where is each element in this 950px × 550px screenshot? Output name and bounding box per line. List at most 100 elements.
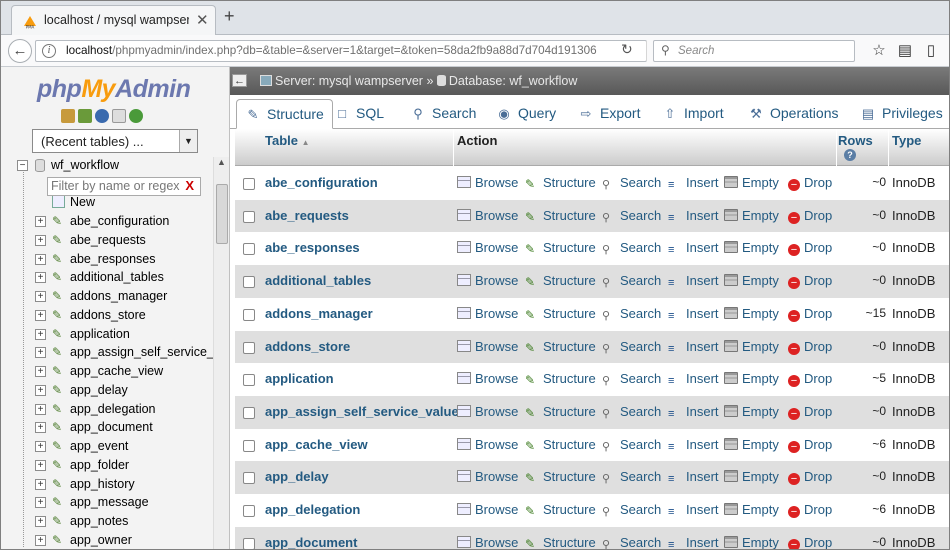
browse-action[interactable]: Browse: [457, 371, 518, 386]
insert-action[interactable]: ≡ Insert: [668, 437, 719, 453]
expand-toggle-icon[interactable]: +: [35, 234, 46, 246]
insert-action[interactable]: ≡ Insert: [668, 502, 719, 518]
search-action[interactable]: ⚲ Search: [602, 175, 661, 191]
navigation-scrollbar[interactable]: ▲: [213, 157, 229, 549]
browse-action[interactable]: Browse: [457, 306, 518, 321]
structure-action[interactable]: ✎ Structure: [525, 208, 596, 223]
new-tab-button[interactable]: +: [224, 6, 235, 27]
table-structure-icon[interactable]: ✎: [52, 327, 64, 341]
expand-toggle-icon[interactable]: +: [35, 441, 46, 452]
browse-action[interactable]: Browse: [457, 240, 518, 255]
table-name-link[interactable]: app_cache_view: [265, 437, 368, 452]
structure-action[interactable]: ✎ Structure: [525, 437, 596, 452]
empty-action[interactable]: Empty: [724, 240, 779, 255]
insert-action[interactable]: ≡ Insert: [668, 208, 719, 224]
tab-import[interactable]: ⇧ Import: [662, 99, 724, 129]
table-structure-icon[interactable]: ✎: [52, 533, 64, 547]
chevron-down-icon[interactable]: ▼: [179, 130, 197, 152]
table-structure-icon[interactable]: ✎: [52, 365, 64, 378]
empty-action[interactable]: Empty: [724, 175, 779, 190]
row-checkbox[interactable]: [243, 243, 255, 256]
insert-action[interactable]: ≡ Insert: [668, 240, 719, 256]
insert-action[interactable]: ≡ Insert: [668, 306, 719, 322]
tree-item-table[interactable]: + ✎ app_message: [1, 494, 213, 512]
table-structure-icon[interactable]: ✎: [52, 290, 64, 303]
row-checkbox[interactable]: [243, 439, 255, 452]
reload-icon[interactable]: ↻: [621, 41, 633, 58]
expand-toggle-icon[interactable]: +: [35, 459, 46, 471]
browse-action[interactable]: Browse: [457, 502, 518, 517]
insert-action[interactable]: ≡ Insert: [668, 175, 719, 191]
insert-action[interactable]: ≡ Insert: [668, 339, 719, 355]
docs-icon[interactable]: [112, 109, 126, 123]
search-action[interactable]: ⚲ Search: [602, 240, 661, 256]
expand-toggle-icon[interactable]: +: [35, 291, 46, 302]
browse-action[interactable]: Browse: [457, 437, 518, 452]
empty-action[interactable]: Empty: [724, 535, 779, 549]
browser-search-input[interactable]: ⚲ Search: [653, 40, 855, 62]
row-checkbox[interactable]: [243, 210, 255, 223]
help-icon[interactable]: [95, 109, 109, 123]
structure-action[interactable]: ✎ Structure: [525, 535, 596, 549]
logout-icon[interactable]: [78, 109, 92, 123]
row-checkbox[interactable]: [243, 406, 255, 419]
structure-action[interactable]: ✎ Structure: [525, 502, 596, 517]
tree-item-table[interactable]: + ✎ abe_requests: [1, 232, 213, 250]
row-checkbox[interactable]: [243, 341, 255, 354]
search-action[interactable]: ⚲ Search: [602, 306, 661, 322]
table-structure-icon[interactable]: ✎: [52, 383, 64, 397]
browse-action[interactable]: Browse: [457, 339, 518, 354]
table-name-link[interactable]: addons_manager: [265, 306, 373, 321]
tab-sql[interactable]: □ SQL: [334, 99, 384, 129]
breadcrumb-database[interactable]: Database: wf_workflow: [449, 74, 578, 88]
browser-tab[interactable]: PMA localhost / mysql wampser... ✕: [11, 5, 216, 35]
search-action[interactable]: ⚲ Search: [602, 469, 661, 485]
scroll-up-arrow-icon[interactable]: ▲: [217, 157, 226, 167]
collapse-arrow-icon[interactable]: ←: [232, 74, 247, 87]
table-name-link[interactable]: abe_configuration: [265, 175, 378, 190]
tree-item-table[interactable]: + ✎ app_history: [1, 476, 213, 494]
tree-item-table[interactable]: + ✎ application: [1, 326, 213, 344]
pocket-icon[interactable]: ▯: [918, 41, 944, 59]
expand-toggle-icon[interactable]: +: [35, 497, 46, 509]
expand-toggle-icon[interactable]: +: [35, 347, 46, 359]
table-structure-icon[interactable]: ✎: [52, 308, 64, 322]
tab-close-icon[interactable]: ✕: [196, 11, 209, 29]
reading-list-icon[interactable]: ▤: [892, 41, 918, 59]
tree-item-table[interactable]: + ✎ app_event: [1, 438, 213, 456]
empty-action[interactable]: Empty: [724, 502, 779, 517]
empty-action[interactable]: Empty: [724, 273, 779, 288]
tab-structure[interactable]: ✎ Structure: [236, 99, 333, 129]
table-structure-icon[interactable]: ✎: [52, 233, 64, 247]
table-name-link[interactable]: app_document: [265, 535, 357, 549]
breadcrumb-server[interactable]: Server: mysql wampserver: [275, 74, 423, 88]
insert-action[interactable]: ≡ Insert: [668, 371, 719, 387]
browse-action[interactable]: Browse: [457, 469, 518, 484]
table-structure-icon[interactable]: ✎: [52, 346, 64, 359]
table-name-link[interactable]: additional_tables: [265, 273, 371, 288]
row-checkbox[interactable]: [243, 178, 255, 190]
reload-navigation-icon[interactable]: [129, 109, 143, 123]
table-structure-icon[interactable]: ✎: [52, 458, 64, 472]
insert-action[interactable]: ≡ Insert: [668, 469, 719, 485]
table-name-link[interactable]: app_delay: [265, 469, 329, 484]
structure-action[interactable]: ✎ Structure: [525, 339, 596, 354]
tree-item-table[interactable]: + ✎ app_delegation: [1, 401, 213, 419]
empty-action[interactable]: Empty: [724, 371, 779, 386]
search-action[interactable]: ⚲ Search: [602, 208, 661, 224]
column-header-table[interactable]: Table ▲: [265, 133, 310, 148]
row-checkbox[interactable]: [243, 374, 255, 387]
tree-item-table[interactable]: + ✎ app_folder: [1, 457, 213, 475]
expand-toggle-icon[interactable]: +: [35, 422, 46, 434]
tab-search[interactable]: ⚲ Search: [410, 99, 476, 129]
empty-action[interactable]: Empty: [724, 339, 779, 354]
collapse-toggle-icon[interactable]: −: [17, 160, 28, 171]
expand-toggle-icon[interactable]: +: [35, 216, 46, 227]
empty-action[interactable]: Empty: [724, 469, 779, 484]
tab-privileges[interactable]: ▤ Privileges: [860, 99, 943, 129]
row-checkbox[interactable]: [243, 505, 255, 517]
table-structure-icon[interactable]: ✎: [52, 271, 64, 284]
expand-toggle-icon[interactable]: +: [35, 309, 46, 321]
tab-query[interactable]: ◉ Query: [496, 99, 556, 129]
clear-filter-icon[interactable]: X: [185, 178, 194, 193]
